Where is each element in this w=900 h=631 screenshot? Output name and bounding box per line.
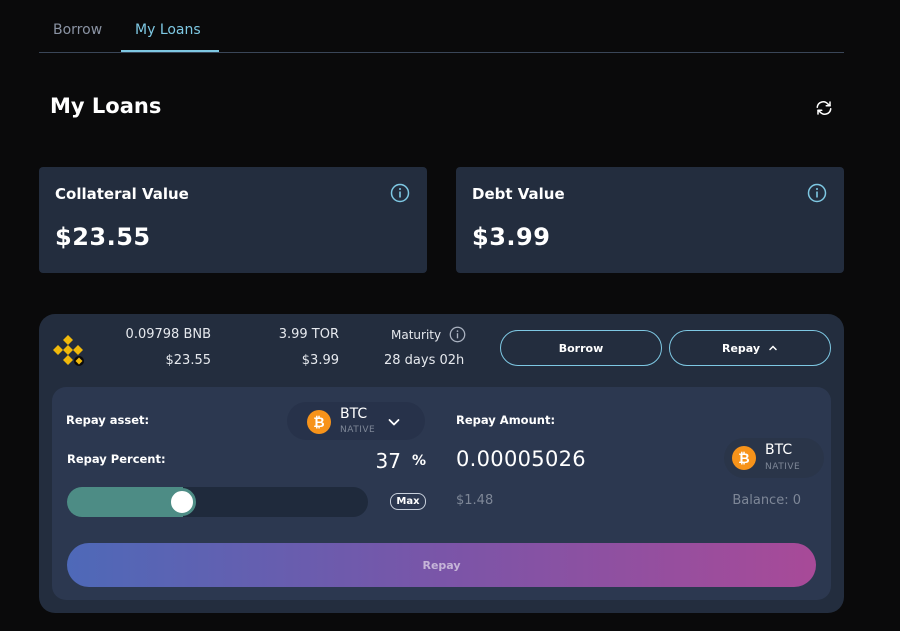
- repay-toggle-label: Repay: [721, 341, 761, 355]
- debt-value-card: Debt Value $3.99: [456, 167, 844, 273]
- info-icon[interactable]: [390, 183, 410, 203]
- refresh-icon[interactable]: [815, 99, 833, 117]
- debt-value-label: Debt Value: [472, 185, 565, 203]
- borrow-button[interactable]: Borrow: [500, 330, 662, 366]
- tab-bar: Borrow My Loans: [39, 0, 844, 53]
- collateral-amount: 0.09798 BNB: [125, 327, 211, 342]
- repay-amount-asset: ₿ BTC NATIVE: [724, 438, 824, 478]
- btc-icon: ₿: [732, 446, 756, 470]
- maturity-label: Maturity: [391, 328, 442, 342]
- tab-my-loans[interactable]: My Loans: [135, 22, 201, 38]
- chevron-down-icon: [388, 419, 400, 426]
- debt-value-amount: $3.99: [472, 223, 551, 251]
- collateral-usd: $23.55: [165, 353, 212, 368]
- borrow-button-label: Borrow: [558, 341, 604, 355]
- info-icon[interactable]: [449, 326, 466, 343]
- repay-amount-asset-network: NATIVE: [765, 462, 801, 472]
- debt-usd: $3.99: [301, 353, 339, 368]
- repay-submit-label: Repay: [422, 558, 461, 572]
- repay-amount-input[interactable]: 0.00005026: [456, 447, 586, 471]
- repay-asset-select[interactable]: ₿ BTC NATIVE: [287, 402, 425, 440]
- percent-sign: %: [412, 453, 427, 469]
- repay-form: Repay asset: ₿ BTC NATIVE Repay Percent:…: [52, 387, 831, 600]
- svg-text:₿: ₿: [313, 415, 324, 431]
- repay-asset-network: NATIVE: [340, 425, 376, 435]
- repay-percent-slider[interactable]: [67, 487, 368, 517]
- collateral-value-card: Collateral Value $23.55: [39, 167, 427, 273]
- repay-asset-label: Repay asset:: [66, 413, 150, 427]
- loan-panel: 0.09798 BNB $23.55 3.99 TOR $3.99 Maturi…: [39, 314, 844, 613]
- repay-percent-input[interactable]: 37: [352, 449, 401, 473]
- max-button[interactable]: Max: [390, 493, 426, 510]
- repay-amount-asset-symbol: BTC: [765, 442, 793, 458]
- info-icon[interactable]: [807, 183, 827, 203]
- active-tab-indicator: [121, 50, 219, 52]
- repay-asset-symbol: BTC: [340, 406, 368, 422]
- bnb-icon: [53, 335, 84, 366]
- repay-amount-label: Repay Amount:: [456, 413, 556, 427]
- repay-submit-button[interactable]: Repay: [67, 543, 816, 587]
- repay-percent-label: Repay Percent:: [67, 452, 166, 466]
- maturity-value: 28 days 02h: [384, 353, 465, 368]
- repay-toggle-button[interactable]: Repay: [669, 330, 831, 366]
- page-title: My Loans: [50, 94, 162, 118]
- slider-fill: [67, 487, 183, 517]
- tab-borrow[interactable]: Borrow: [53, 22, 102, 38]
- svg-text:₿: ₿: [738, 451, 749, 467]
- debt-amount: 3.99 TOR: [278, 327, 339, 342]
- repay-usd-value: $1.48: [456, 493, 494, 508]
- slider-thumb[interactable]: [168, 488, 196, 516]
- balance-value: Balance: 0: [732, 493, 801, 508]
- collateral-value-label: Collateral Value: [55, 185, 189, 203]
- chevron-up-icon: [769, 345, 777, 351]
- btc-icon: ₿: [307, 410, 331, 434]
- collateral-value-amount: $23.55: [55, 223, 151, 251]
